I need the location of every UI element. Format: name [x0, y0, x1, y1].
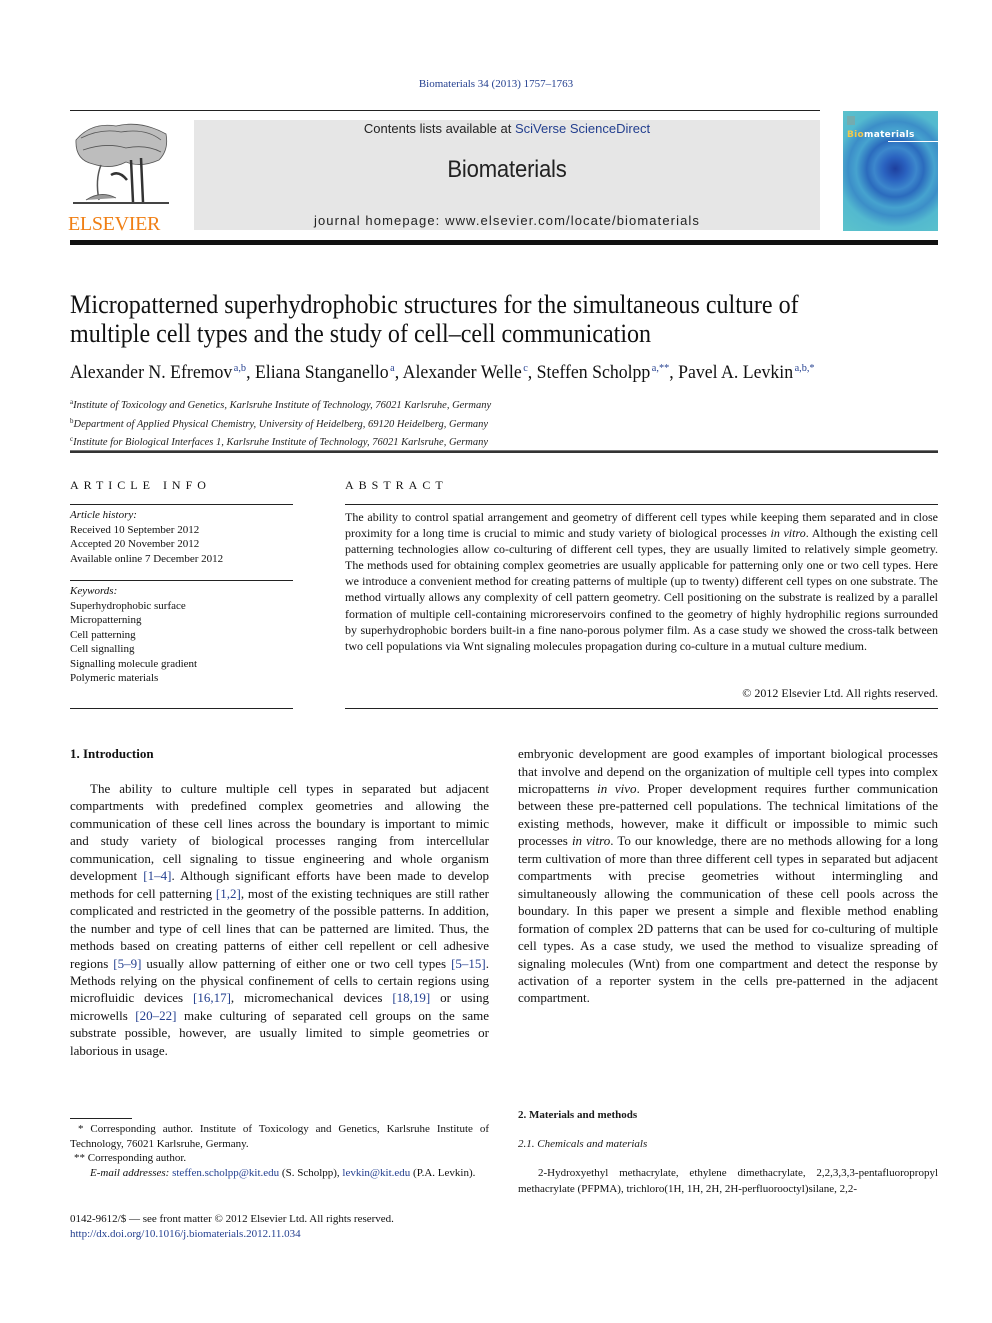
- title-block-rule: [70, 450, 938, 453]
- author-list: Alexander N. Efremov a,b, Eliana Stangan…: [70, 362, 815, 383]
- cover-divider: [888, 141, 938, 142]
- article-info-heading: ARTICLE INFO: [70, 478, 211, 492]
- email-label: E-mail addresses:: [90, 1166, 170, 1179]
- citation-ref-link[interactable]: [16,17]: [193, 990, 231, 1005]
- issn-line: 0142-9612/$ — see front matter © 2012 El…: [70, 1213, 394, 1225]
- italic-text: in vitro: [571, 833, 611, 849]
- elsevier-tree-icon: [73, 123, 169, 204]
- keyword-item: Micropatterning: [70, 614, 142, 626]
- article-info-rule: [70, 504, 293, 505]
- citation-ref-link[interactable]: [20–22]: [135, 1008, 176, 1023]
- front-matter: 0142-9612/$ — see front matter © 2012 El…: [70, 1212, 489, 1241]
- email-owner: (P.A. Levkin).: [413, 1166, 476, 1179]
- contents-line: Contents lists available at SciVerse Sci…: [194, 121, 820, 136]
- journal-cover-image[interactable]: Biomaterials: [843, 111, 938, 231]
- body-text: , micromechanical devices: [230, 990, 393, 1006]
- keyword-item: Signalling molecule gradient: [70, 657, 198, 670]
- email-link-levkin[interactable]: levkin@kit.edu: [342, 1167, 410, 1179]
- keywords: Keywords: Superhydrophobic surface Micro…: [70, 584, 293, 686]
- article-history: Article history: Received 10 September 2…: [70, 508, 293, 566]
- footnote-corresponding-2: ** Corresponding author.: [74, 1152, 187, 1164]
- footnotes: * Corresponding author. Institute of Tox…: [70, 1122, 489, 1180]
- cover-title-rest: materials: [864, 130, 915, 140]
- author[interactable]: Alexander N. Efremov: [70, 362, 232, 383]
- history-received: Received 10 September 2012: [70, 523, 200, 536]
- keywords-label: Keywords:: [70, 585, 118, 597]
- abstract-heading: ABSTRACT: [345, 478, 448, 492]
- history-online: Available online 7 December 2012: [70, 552, 224, 565]
- sciencedirect-link[interactable]: SciVerse ScienceDirect: [515, 121, 650, 136]
- email-owner: (S. Scholpp),: [281, 1166, 340, 1179]
- footnote-corresponding-1: * Corresponding author. Institute of Tox…: [70, 1123, 489, 1150]
- author-affiliation-mark[interactable]: a,**: [652, 362, 669, 374]
- body-column-left: The ability to culture multiple cell typ…: [70, 780, 489, 1062]
- keywords-rule: [70, 580, 293, 581]
- email-link-scholpp[interactable]: steffen.scholpp@kit.edu: [172, 1167, 279, 1179]
- journal-homepage[interactable]: journal homepage: www.elsevier.com/locat…: [194, 213, 820, 228]
- contents-prefix: Contents lists available at: [363, 121, 515, 136]
- history-accepted: Accepted 20 November 2012: [70, 538, 200, 550]
- affiliations: aInstitute of Toxicology and Genetics, K…: [70, 395, 491, 451]
- keyword-item: Cell signalling: [70, 643, 135, 655]
- cover-title-highlight: Bio: [847, 130, 865, 140]
- author-affiliation-mark[interactable]: a,b,*: [795, 362, 815, 374]
- cover-elsevier-icon: [847, 116, 855, 125]
- section-heading-introduction: 1. Introduction: [70, 746, 154, 761]
- abstract-text-2: . Although the existing cell patterning …: [345, 526, 938, 653]
- affiliation-text: Institute of Toxicology and Genetics, Ka…: [73, 400, 492, 411]
- intro-paragraph-2: Tissue development and cell differentiat…: [518, 745, 938, 1007]
- affiliation-text: Department of Applied Physical Chemistry…: [73, 418, 489, 430]
- title-line-1: Micropatterned superhydrophobic structur…: [70, 290, 799, 319]
- header-heavy-rule: [70, 240, 938, 245]
- keyword-item: Superhydrophobic surface: [70, 599, 186, 612]
- journal-title: Biomaterials: [447, 156, 567, 183]
- italic-text: in vivo: [597, 780, 637, 796]
- cover-title: Biomaterials: [847, 130, 915, 140]
- chemicals-paragraph: 2-Hydroxyethyl methacrylate, ethylene di…: [518, 1167, 938, 1195]
- journal-citation[interactable]: Biomaterials 34 (2013) 1757–1763: [0, 78, 992, 90]
- citation-ref-link[interactable]: [1–4]: [143, 868, 171, 883]
- subsection-heading-chemicals: 2.1. Chemicals and materials: [518, 1138, 648, 1150]
- intro-heading: 1. Introduction: [70, 745, 489, 762]
- section-heading-methods: 2. Materials and methods: [518, 1109, 638, 1121]
- history-label: Article history:: [70, 509, 137, 521]
- author[interactable]: Eliana Stanganello: [255, 362, 389, 383]
- journal-banner: Contents lists available at SciVerse Sci…: [194, 120, 820, 230]
- affiliation-item: cInstitute for Biological Interfaces 1, …: [70, 432, 491, 451]
- citation-link[interactable]: Biomaterials 34 (2013) 1757–1763: [419, 78, 573, 90]
- body-column-right: The ability to culture multiple cell typ…: [518, 745, 938, 1097]
- body-text: usually allow patterning of either one o…: [141, 955, 452, 971]
- abstract-bottom-rule: [345, 708, 938, 709]
- intro-paragraph-1: The ability to culture multiple cell typ…: [70, 780, 489, 1059]
- header-rule: [70, 110, 820, 111]
- abstract-copyright: © 2012 Elsevier Ltd. All rights reserved…: [742, 686, 938, 700]
- abstract-rule: [345, 504, 938, 505]
- affiliation-text: Institute for Biological Interfaces 1, K…: [73, 437, 489, 448]
- elsevier-wordmark: ELSEVIER: [68, 213, 161, 235]
- article-title: Micropatterned superhydrophobic structur…: [70, 290, 884, 348]
- footnote-emails: E-mail addresses: steffen.scholpp@kit.ed…: [70, 1166, 489, 1181]
- author[interactable]: Alexander Welle: [403, 362, 522, 383]
- body-text: . To our knowledge, there are no methods…: [518, 833, 938, 1006]
- author-affiliation-mark[interactable]: a,b: [234, 362, 246, 374]
- abstract-italic: in vitro: [770, 526, 806, 541]
- author[interactable]: Steffen Scholpp: [537, 362, 651, 383]
- citation-ref-link[interactable]: [18,19]: [392, 990, 430, 1005]
- citation-ref-link[interactable]: [5–9]: [113, 956, 141, 971]
- article-info-bottom-rule: [70, 708, 293, 709]
- author[interactable]: Pavel A. Levkin: [678, 362, 793, 383]
- abstract-body: The ability to control spatial arrangeme…: [345, 509, 938, 654]
- citation-ref-link[interactable]: [5–15]: [451, 956, 486, 971]
- footnote-rule: [70, 1118, 132, 1119]
- title-line-2: multiple cell types and the study of cel…: [70, 319, 652, 348]
- citation-ref-link[interactable]: [1,2]: [216, 886, 241, 901]
- keyword-item: Cell patterning: [70, 628, 136, 641]
- elsevier-logo[interactable]: ELSEVIER: [68, 120, 174, 235]
- author-affiliation-mark[interactable]: a: [390, 362, 395, 374]
- keyword-item: Polymeric materials: [70, 672, 159, 684]
- doi-link[interactable]: http://dx.doi.org/10.1016/j.biomaterials…: [70, 1227, 489, 1242]
- affiliation-item: aInstitute of Toxicology and Genetics, K…: [70, 395, 491, 414]
- affiliation-item: bDepartment of Applied Physical Chemistr…: [70, 414, 491, 433]
- author-affiliation-mark[interactable]: c: [523, 362, 528, 374]
